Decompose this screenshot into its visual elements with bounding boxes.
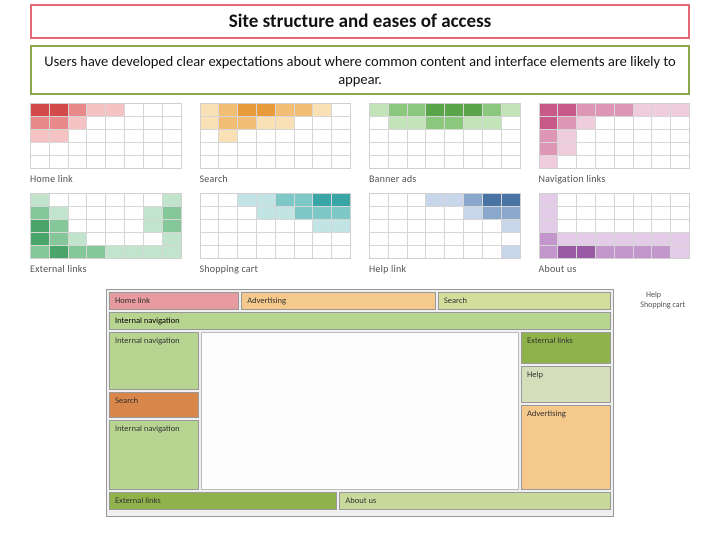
wf-advertising-top: Advertising [241, 292, 436, 310]
caption: Banner ads [369, 172, 521, 185]
wf-internal-nav-bar: Internal navigation [109, 312, 611, 330]
heatmap-grid-section: Home link Search Banner ads [30, 103, 690, 275]
heatmap-row-1: Home link Search Banner ads [30, 103, 690, 185]
title-text: Site structure and eases of access [229, 10, 491, 33]
wf-right-advertising: Advertising [521, 405, 611, 490]
caption: Home link [30, 172, 182, 185]
wf-left-search: Search [109, 392, 199, 418]
wf-left-nav-2: Internal navigation [109, 420, 199, 491]
wf-right-help: Help [521, 366, 611, 403]
heatmap-row-2: External links Shopping cart Help link [30, 193, 690, 275]
heatmap-about-us: About us [539, 193, 691, 275]
heatmap-search: Search [200, 103, 352, 185]
title-box: Site structure and eases of access [30, 4, 690, 39]
wf-right-external: External links [521, 332, 611, 364]
wf-left-nav-1: Internal navigation [109, 332, 199, 389]
heatmap-nav-links: Navigation links [539, 103, 691, 185]
wf-home-link: Home link [109, 292, 239, 310]
caption: Navigation links [539, 172, 691, 185]
caption: Search [200, 172, 352, 185]
wireframe-diagram: Help Shopping cart Home link Advertising… [106, 289, 614, 517]
wf-search-top: Search [438, 292, 611, 310]
heatmap-external-links: External links [30, 193, 182, 275]
caption: About us [539, 262, 691, 275]
heatmap-banner-ads: Banner ads [369, 103, 521, 185]
subtitle-text: Users have developed clear expectations … [44, 52, 675, 88]
annotation-help: Help [646, 290, 661, 300]
wf-bottom-about: About us [339, 492, 611, 510]
subtitle-box: Users have developed clear expectations … [30, 45, 690, 95]
wf-bottom-external: External links [109, 492, 337, 510]
heatmap-shopping-cart: Shopping cart [200, 193, 352, 275]
heatmap-help-link: Help link [369, 193, 521, 275]
heatmap-home-link: Home link [30, 103, 182, 185]
wf-main-content [201, 332, 519, 490]
caption: External links [30, 262, 182, 275]
caption: Help link [369, 262, 521, 275]
annotation-cart: Shopping cart [640, 300, 685, 310]
caption: Shopping cart [200, 262, 352, 275]
